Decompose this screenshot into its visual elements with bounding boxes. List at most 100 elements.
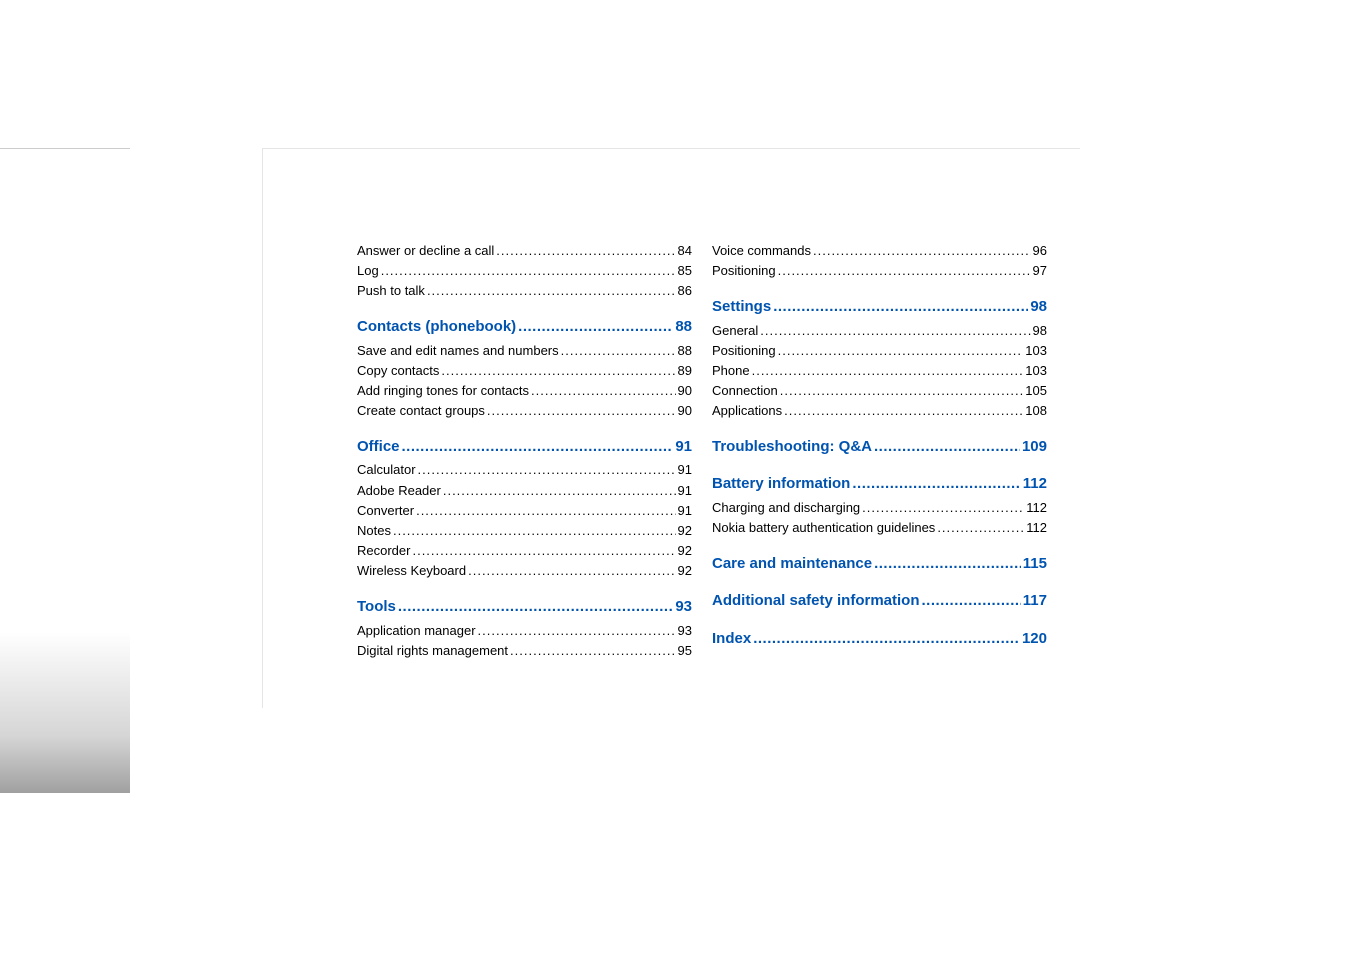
toc-leader-dots	[516, 315, 673, 338]
toc-entry[interactable]: Connection105	[712, 381, 1047, 401]
toc-leader-dots	[529, 381, 676, 401]
toc-leader-dots	[391, 521, 676, 541]
toc-entry[interactable]: Converter 91	[357, 501, 692, 521]
document-page: Answer or decline a call84Log85Push to t…	[262, 148, 1080, 708]
toc-label: Save and edit names and numbers	[357, 341, 559, 361]
toc-page-number: 92	[676, 561, 692, 581]
toc-leader-dots	[466, 561, 675, 581]
toc-label: Log	[357, 261, 379, 281]
toc-label: Digital rights management	[357, 641, 508, 661]
toc-entry[interactable]: Nokia battery authentication guidelines 1…	[712, 518, 1047, 538]
toc-entry[interactable]: Recorder92	[357, 541, 692, 561]
toc-label: Positioning	[712, 341, 776, 361]
toc-page-number: 112	[1021, 472, 1047, 495]
toc-leader-dots	[776, 341, 1024, 361]
toc-entry[interactable]: Answer or decline a call84	[357, 241, 692, 261]
toc-section-link[interactable]: Care and maintenance115	[712, 552, 1047, 575]
toc-section-link[interactable]: Troubleshooting: Q&A109	[712, 435, 1047, 458]
toc-label: Applications	[712, 401, 782, 421]
toc-label: Add ringing tones for contacts	[357, 381, 529, 401]
toc-entry[interactable]: Voice commands96	[712, 241, 1047, 261]
toc-page-number: 92	[676, 521, 692, 541]
toc-entry[interactable]: Notes92	[357, 521, 692, 541]
toc-entry[interactable]: Phone103	[712, 361, 1047, 381]
toc-entry[interactable]: Wireless Keyboard 92	[357, 561, 692, 581]
toc-label: Settings	[712, 295, 771, 318]
toc-entry[interactable]: Application manager93	[357, 621, 692, 641]
toc-entry[interactable]: Digital rights management95	[357, 641, 692, 661]
toc-page-number: 112	[1024, 518, 1047, 538]
toc-label: Nokia battery authentication guidelines	[712, 518, 935, 538]
toc-label: Wireless Keyboard	[357, 561, 466, 581]
toc-page-number: 108	[1023, 401, 1047, 421]
toc-page-number: 96	[1031, 241, 1047, 261]
toc-leader-dots	[811, 241, 1031, 261]
toc-leader-dots	[758, 321, 1030, 341]
toc-leader-dots	[751, 627, 1020, 650]
toc-page-number: 120	[1020, 627, 1047, 650]
toc-label: Positioning	[712, 261, 776, 281]
toc-page-number: 88	[673, 315, 692, 338]
toc-entry[interactable]: Adobe Reader91	[357, 481, 692, 501]
toc-entry[interactable]: Applications 108	[712, 401, 1047, 421]
toc-leader-dots	[750, 361, 1024, 381]
toc-leader-dots	[494, 241, 675, 261]
toc-label: Connection	[712, 381, 778, 401]
toc-section-link[interactable]: Tools93	[357, 595, 692, 618]
toc-section-link[interactable]: Contacts (phonebook)88	[357, 315, 692, 338]
toc-page-number: 92	[676, 541, 692, 561]
toc-label: Calculator	[357, 460, 416, 480]
toc-leader-dots	[508, 641, 676, 661]
toc-page-number: 98	[1028, 295, 1047, 318]
toc-page-number: 89	[676, 361, 692, 381]
toc-page-number: 90	[676, 401, 692, 421]
toc-label: Push to talk	[357, 281, 425, 301]
toc-label: Adobe Reader	[357, 481, 441, 501]
toc-page-number: 112	[1024, 498, 1047, 518]
toc-entry[interactable]: Copy contacts 89	[357, 361, 692, 381]
toc-entry[interactable]: Calculator91	[357, 460, 692, 480]
toc-page-number: 85	[676, 261, 692, 281]
toc-leader-dots	[771, 295, 1028, 318]
toc-label: Troubleshooting: Q&A	[712, 435, 872, 458]
toc-page-number: 91	[673, 435, 692, 458]
toc-entry[interactable]: Save and edit names and numbers88	[357, 341, 692, 361]
toc-entry[interactable]: Push to talk 86	[357, 281, 692, 301]
toc-section-link[interactable]: Battery information 112	[712, 472, 1047, 495]
toc-entry[interactable]: Create contact groups90	[357, 401, 692, 421]
toc-section-link[interactable]: Additional safety information117	[712, 589, 1047, 612]
toc-label: Copy contacts	[357, 361, 439, 381]
toc-entry[interactable]: General98	[712, 321, 1047, 341]
toc-leader-dots	[396, 595, 673, 618]
toc-label: Care and maintenance	[712, 552, 872, 575]
toc-label: Index	[712, 627, 751, 650]
toc-label: Tools	[357, 595, 396, 618]
toc-leader-dots	[410, 541, 675, 561]
toc-leader-dots	[439, 361, 675, 381]
toc-label: Phone	[712, 361, 750, 381]
toc-section-link[interactable]: Index 120	[712, 627, 1047, 650]
toc-leader-dots	[379, 261, 676, 281]
toc-entry[interactable]: Log 85	[357, 261, 692, 281]
toc-column-right: Voice commands96Positioning97Settings98G…	[712, 241, 1047, 708]
toc-column-left: Answer or decline a call84Log85Push to t…	[357, 241, 692, 708]
toc-entry[interactable]: Positioning103	[712, 341, 1047, 361]
toc-leader-dots	[860, 498, 1024, 518]
toc-page-number: 91	[676, 501, 692, 521]
toc-label: Application manager	[357, 621, 476, 641]
toc-page-number: 97	[1031, 261, 1047, 281]
toc-entry[interactable]: Add ringing tones for contacts90	[357, 381, 692, 401]
toc-page-number: 86	[676, 281, 692, 301]
toc-label: Battery information	[712, 472, 850, 495]
toc-leader-dots	[872, 552, 1021, 575]
toc-entry[interactable]: Positioning 97	[712, 261, 1047, 281]
toc-leader-dots	[776, 261, 1031, 281]
toc-section-link[interactable]: Settings 98	[712, 295, 1047, 318]
toc-section-link[interactable]: Office91	[357, 435, 692, 458]
toc-label: Converter	[357, 501, 414, 521]
toc-label: Additional safety information	[712, 589, 920, 612]
toc-leader-dots	[872, 435, 1020, 458]
toc-entry[interactable]: Charging and discharging112	[712, 498, 1047, 518]
toc-leader-dots	[425, 281, 676, 301]
toc-page-number: 84	[676, 241, 692, 261]
